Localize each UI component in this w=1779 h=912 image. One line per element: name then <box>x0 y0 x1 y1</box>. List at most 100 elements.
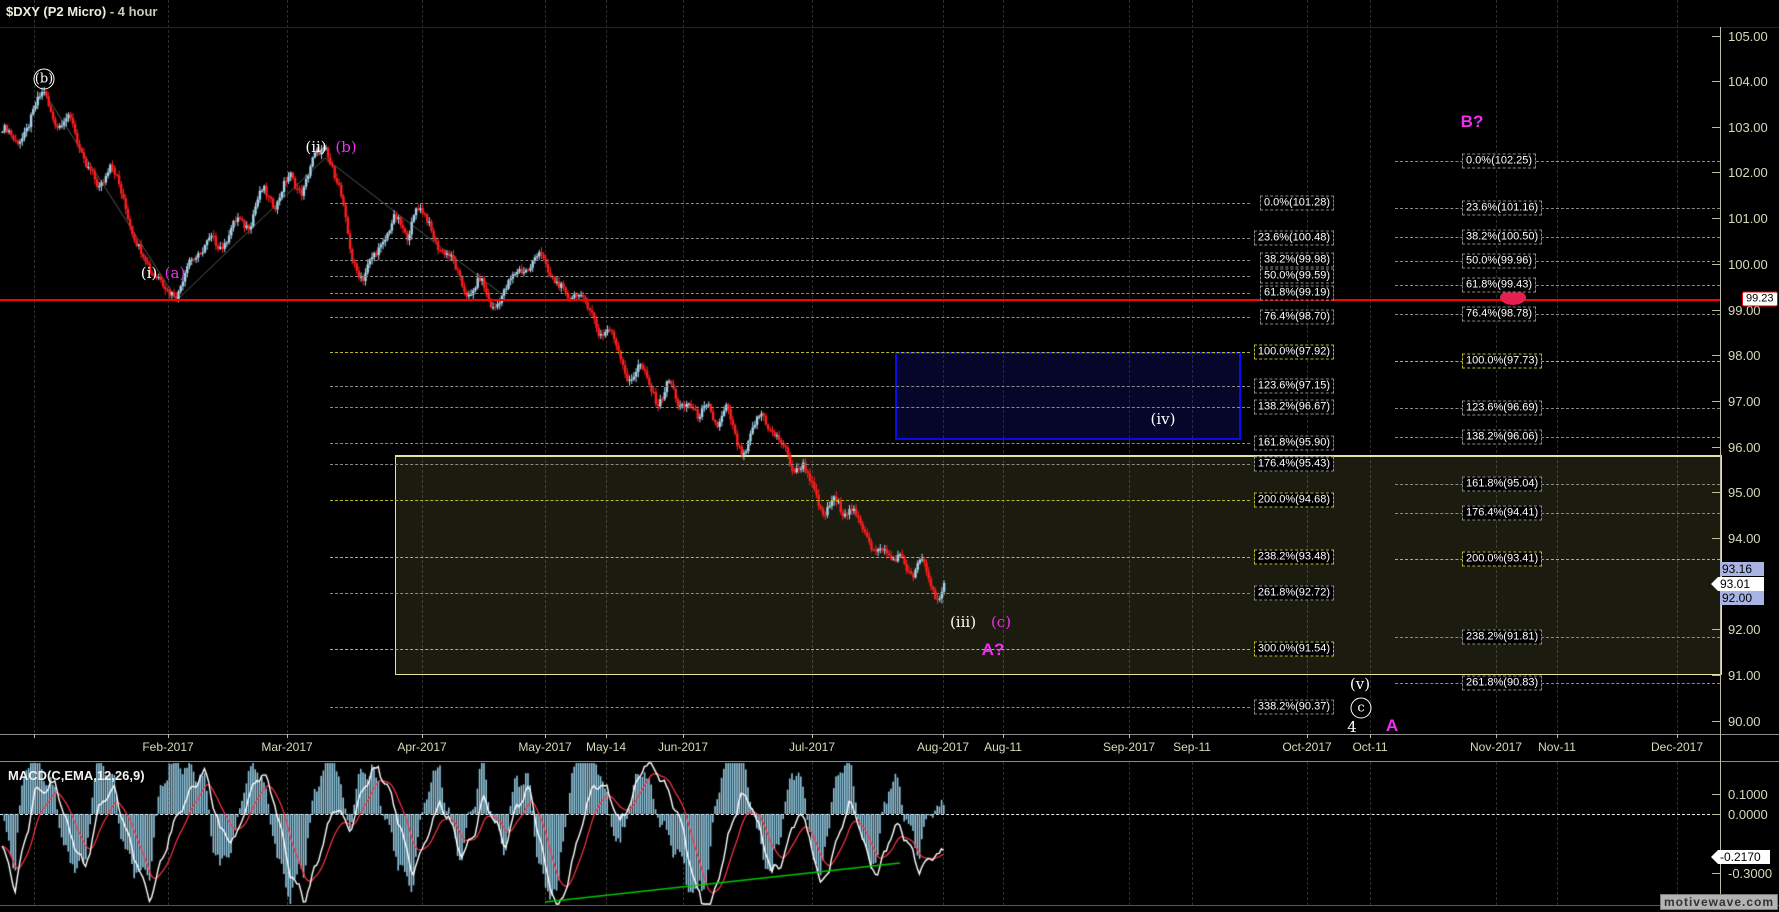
fib-extension-left-line <box>330 557 1250 558</box>
fib-extension-left-line <box>330 649 1250 650</box>
fib-extension-left-label[interactable]: 61.8%(99.19) <box>1259 285 1334 301</box>
fib-extension-right-label[interactable]: 138.2%(96.06) <box>1462 429 1543 445</box>
chart-title: $DXY (P2 Micro) - 4 hour <box>6 4 158 19</box>
fib-extension-right-label[interactable]: 23.6%(101.16) <box>1462 200 1543 216</box>
time-axis-tick <box>1557 734 1558 738</box>
price-axis-label: 95.00 <box>1728 485 1761 500</box>
fib-extension-left-label[interactable]: 123.6%(97.15) <box>1253 378 1334 394</box>
time-axis-tick <box>812 734 813 738</box>
macd-current-value-label: -0.2170 <box>1718 850 1770 864</box>
time-axis-tick <box>545 734 546 738</box>
price-axis-tick <box>1712 355 1720 356</box>
fib-extension-left-label[interactable]: 23.6%(100.48) <box>1253 230 1334 246</box>
fib-extension-right-label[interactable]: 0.0%(102.25) <box>1462 153 1537 169</box>
price-axis-label: 101.00 <box>1728 211 1768 226</box>
wave-label-b[interactable]: B? <box>1461 112 1484 132</box>
time-axis-label: Feb-2017 <box>142 740 194 754</box>
fib-extension-right-line <box>1395 408 1720 409</box>
fib-extension-left-label[interactable]: 200.0%(94.68) <box>1253 492 1334 508</box>
price-axis-tick <box>1712 310 1720 311</box>
fib-extension-right-line <box>1395 208 1720 209</box>
horizontal-price-line-99-23[interactable] <box>0 299 1720 301</box>
fib-extension-right-label[interactable]: 161.8%(95.04) <box>1462 476 1543 492</box>
price-axis-tick <box>1712 172 1720 173</box>
fib-extension-left-label[interactable]: 138.2%(96.67) <box>1253 399 1334 415</box>
macd-axis-tick <box>1712 814 1720 815</box>
fib-extension-left-label[interactable]: 161.8%(95.90) <box>1253 435 1334 451</box>
price-axis-tick <box>1712 492 1720 493</box>
time-axis-label: Aug-2017 <box>916 740 970 754</box>
fib-extension-right-label[interactable]: 261.8%(90.83) <box>1462 675 1543 691</box>
wave-label-a[interactable]: A <box>1386 716 1398 736</box>
macd-axis-label: -0.3000 <box>1728 866 1773 881</box>
price-axis-label: 97.00 <box>1728 394 1761 409</box>
wave-label-v[interactable]: (v) <box>1350 675 1370 693</box>
time-axis-tick <box>1496 734 1497 738</box>
macd-axis-tick <box>1712 873 1720 874</box>
fib-extension-left-label[interactable]: 100.0%(97.92) <box>1253 344 1334 360</box>
chart-window: $DXY (P2 Micro) - 4 hour 0.0%(101.28) 23.… <box>0 0 1779 912</box>
fib-extension-right-label[interactable]: 38.2%(100.50) <box>1462 229 1543 245</box>
price-axis-label: 105.00 <box>1728 29 1768 44</box>
macd-axis-tick <box>1712 794 1720 795</box>
fib-extension-left-line <box>330 260 1250 261</box>
wave-label-b[interactable]: (b) <box>33 68 55 90</box>
fib-extension-left-label[interactable]: 76.4%(98.70) <box>1259 309 1334 325</box>
wave-label-iv[interactable]: (iv) <box>1151 410 1176 428</box>
price-axis-label: 92.00 <box>1728 622 1761 637</box>
price-axis-tick <box>1712 401 1720 402</box>
fib-extension-left-label[interactable]: 261.8%(92.72) <box>1253 585 1334 601</box>
wave-label-ii[interactable]: (ii) <box>305 138 326 156</box>
wave-label-c[interactable]: c <box>1350 697 1372 719</box>
fib-extension-left-label[interactable]: 300.0%(91.54) <box>1253 641 1334 657</box>
price-axis-tick <box>1712 81 1720 82</box>
last-price-label: 93.01 <box>1718 577 1764 591</box>
wave-label-c[interactable]: (c) <box>991 613 1011 631</box>
fib-extension-left-line <box>330 203 1250 204</box>
fib-extension-right-line <box>1395 437 1720 438</box>
time-axis-label: Jul-2017 <box>788 740 836 754</box>
fib-extension-left-line <box>330 707 1250 708</box>
fib-extension-right-line <box>1395 261 1720 262</box>
time-axis-label: Oct-2017 <box>1282 740 1332 754</box>
fib-extension-left-label[interactable]: 0.0%(101.28) <box>1259 195 1334 211</box>
time-axis-top-border <box>0 734 1779 735</box>
fib-extension-right-line <box>1395 314 1720 315</box>
price-axis-label: 102.00 <box>1728 165 1768 180</box>
price-axis-tick <box>1712 675 1720 676</box>
fib-extension-right-label[interactable]: 176.4%(94.41) <box>1462 505 1543 521</box>
fib-extension-left-label[interactable]: 238.2%(93.48) <box>1253 549 1334 565</box>
wave-label-4[interactable]: 4 <box>1347 718 1357 736</box>
fib-extension-right-label[interactable]: 50.0%(99.96) <box>1462 253 1537 269</box>
time-axis-label: Sep-2017 <box>1102 740 1156 754</box>
wave-label-iii[interactable]: (iii) <box>950 613 976 631</box>
plan-label: (P2 Micro) <box>43 4 107 19</box>
fib-extension-right-line <box>1395 161 1720 162</box>
price-axis-tick <box>1712 127 1720 128</box>
price-axis-tick <box>1712 218 1720 219</box>
price-axis-label: 98.00 <box>1728 348 1761 363</box>
price-axis-label: 94.00 <box>1728 531 1761 546</box>
fib-extension-left-line <box>330 443 1250 444</box>
fib-extension-left-label[interactable]: 50.0%(99.59) <box>1259 268 1334 284</box>
fib-extension-right-label[interactable]: 76.4%(98.78) <box>1462 306 1537 322</box>
fib-extension-right-label[interactable]: 123.6%(96.69) <box>1462 400 1543 416</box>
wave-label-i[interactable]: (i) <box>141 264 158 282</box>
fib-extension-left-label[interactable]: 338.2%(90.37) <box>1253 699 1334 715</box>
fib-extension-left-line <box>330 276 1250 277</box>
macd-indicator-canvas[interactable] <box>0 762 1720 906</box>
time-axis-tick <box>1677 734 1678 738</box>
fib-extension-right-label[interactable]: 238.2%(91.81) <box>1462 629 1543 645</box>
fib-extension-left-label[interactable]: 176.4%(95.43) <box>1253 456 1334 472</box>
fib-extension-right-label[interactable]: 100.0%(97.73) <box>1462 353 1543 369</box>
fib-extension-right-label[interactable]: 61.8%(99.43) <box>1462 277 1537 293</box>
motivewave-watermark: motivewave.com <box>1659 894 1778 910</box>
price-axis-border <box>1720 27 1721 905</box>
wave-label-a[interactable]: (a) <box>165 264 186 282</box>
bar-low-price-label: 92.00 <box>1720 591 1764 605</box>
fib-extension-left-label[interactable]: 38.2%(99.98) <box>1259 252 1334 268</box>
wave-label-b[interactable]: (b) <box>335 138 356 156</box>
time-axis-tick <box>34 734 35 738</box>
wave-label-a[interactable]: A? <box>982 640 1005 660</box>
fib-extension-right-label[interactable]: 200.0%(93.41) <box>1462 551 1543 567</box>
